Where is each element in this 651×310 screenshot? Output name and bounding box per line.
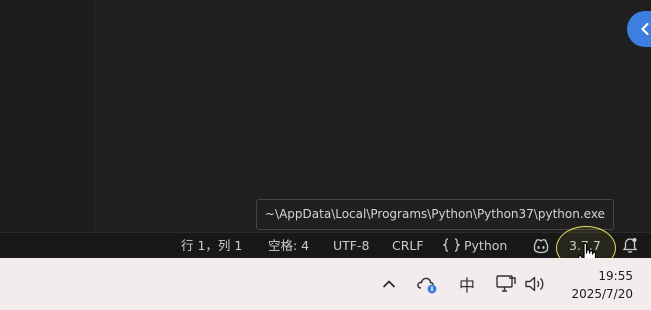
chevron-left-icon: [641, 22, 649, 36]
indentation-setting[interactable]: 空格: 4: [268, 233, 309, 258]
network-icon[interactable]: [493, 258, 519, 310]
clock-time: 19:55: [598, 269, 633, 283]
cursor-position[interactable]: 行 1，列 1: [181, 233, 242, 258]
file-encoding[interactable]: UTF-8: [333, 233, 369, 258]
windows-taskbar: 中 19:55 2025/7/20: [0, 258, 651, 310]
ime-mode-indicator[interactable]: 中: [453, 258, 481, 310]
language-mode[interactable]: Python: [441, 233, 508, 258]
speaker-icon[interactable]: [522, 258, 550, 310]
line-endings[interactable]: CRLF: [392, 233, 424, 258]
chevron-up-icon[interactable]: [376, 258, 402, 310]
bell-icon[interactable]: [622, 237, 638, 255]
ime-mode-label: 中: [458, 276, 475, 295]
copilot-icon[interactable]: [532, 237, 550, 255]
curly-braces-icon: [441, 238, 462, 252]
line-number-gutter: [0, 0, 95, 232]
cloud-icon[interactable]: [414, 258, 442, 310]
editor-ruler: [94, 0, 95, 232]
system-clock[interactable]: 19:55 2025/7/20: [571, 267, 633, 303]
language-label: Python: [464, 238, 508, 253]
status-bar: 行 1，列 1 空格: 4 UTF-8 CRLF Python 3.7.7: [0, 232, 651, 258]
interpreter-path-tooltip: ~\AppData\Local\Programs\Python\Python37…: [256, 199, 614, 230]
editor-area[interactable]: [0, 0, 651, 232]
clock-date: 2025/7/20: [571, 287, 633, 301]
